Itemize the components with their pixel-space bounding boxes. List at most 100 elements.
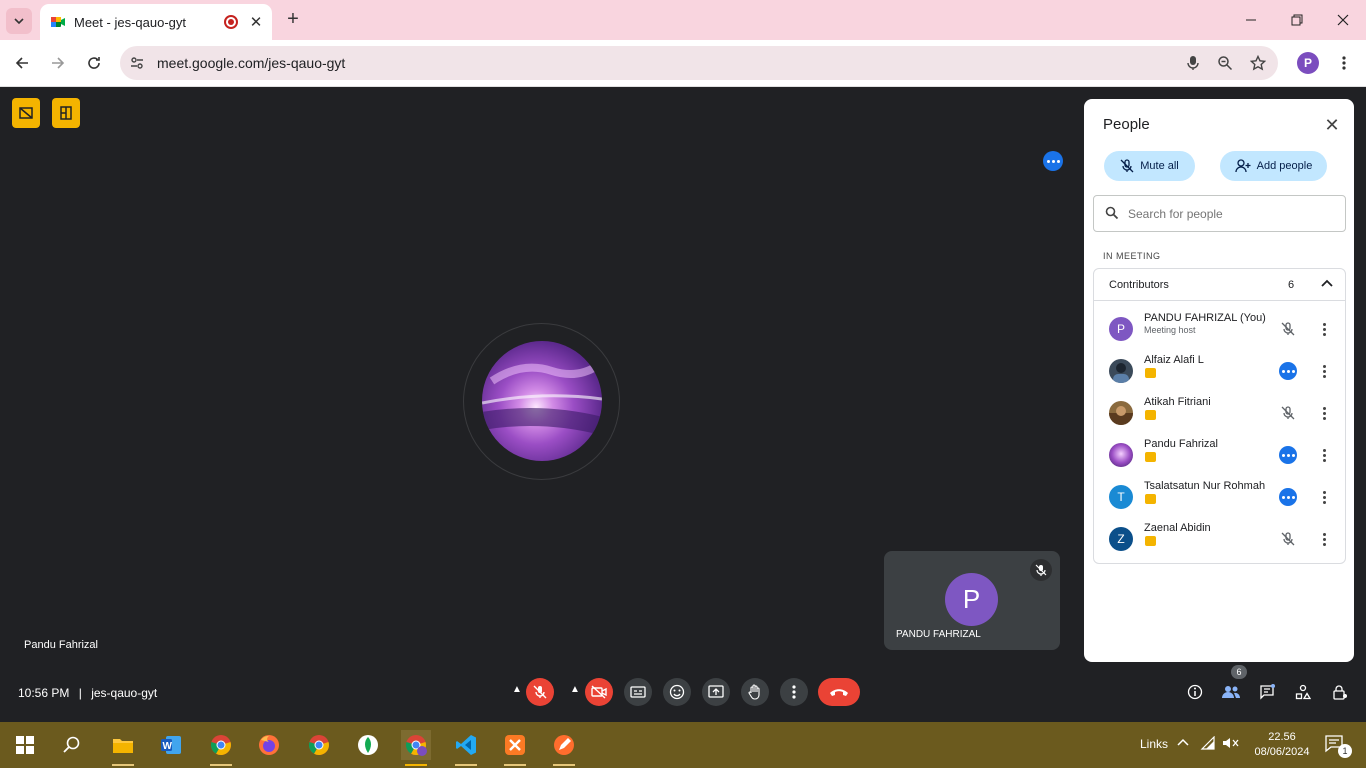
contributors-count: 6 — [1288, 279, 1295, 291]
people-button[interactable] — [1219, 680, 1243, 704]
participant-more-icon[interactable] — [1316, 529, 1332, 549]
audio-options-chevron-icon[interactable]: ▲ — [511, 684, 523, 698]
mic-off-icon[interactable] — [1278, 403, 1298, 423]
bookmark-star-icon[interactable] — [1247, 52, 1269, 74]
chrome-app-1[interactable] — [206, 730, 236, 766]
participant-name: Pandu Fahrizal — [1144, 438, 1218, 450]
raise-hand-button[interactable] — [741, 678, 769, 706]
speaking-options-icon[interactable] — [1278, 445, 1298, 465]
participant-row[interactable]: Atikah Fitriani — [1094, 396, 1345, 441]
participant-avatar — [1109, 359, 1133, 383]
add-people-button[interactable]: Add people — [1220, 151, 1327, 181]
people-icon — [1222, 686, 1240, 698]
mic-off-icon — [1120, 159, 1134, 173]
show-hidden-icons-chevron-icon[interactable] — [1176, 735, 1190, 752]
speaking-options-icon[interactable] — [1278, 487, 1298, 507]
mongodb-app[interactable] — [353, 730, 383, 760]
main-tile-participant-name: Pandu Fahrizal — [24, 639, 98, 651]
self-video-tile[interactable]: P PANDU FAHRIZAL — [884, 551, 1060, 650]
video-options-chevron-icon[interactable]: ▲ — [569, 684, 581, 698]
mic-off-icon[interactable] — [1278, 319, 1298, 339]
reload-button[interactable] — [81, 50, 107, 76]
mute-all-button[interactable]: Mute all — [1104, 151, 1195, 181]
close-tab-icon[interactable]: ✕ — [248, 13, 264, 31]
participant-row[interactable]: P PANDU FAHRIZAL (You) Meeting host — [1094, 312, 1345, 357]
participant-row[interactable]: T Tsalatsatun Nur Rohmah — [1094, 480, 1345, 525]
restore-window-button[interactable] — [1274, 0, 1320, 40]
present-screen-button[interactable] — [702, 678, 730, 706]
in-meeting-label: IN MEETING — [1103, 251, 1161, 261]
contributors-header[interactable]: Contributors 6 — [1094, 269, 1345, 301]
system-clock[interactable]: 22.56 08/06/2024 — [1252, 730, 1312, 760]
word-app[interactable]: W — [156, 730, 186, 760]
meeting-time: 10:56 PM — [18, 686, 70, 700]
new-tab-button[interactable]: + — [282, 8, 304, 30]
participant-more-icon[interactable] — [1316, 403, 1332, 423]
participant-more-icon[interactable] — [1316, 319, 1332, 339]
vscode-icon — [456, 735, 476, 755]
participant-more-icon[interactable] — [1316, 361, 1332, 381]
browser-menu-icon[interactable] — [1331, 50, 1357, 76]
svg-text:W: W — [163, 741, 173, 752]
file-explorer-app[interactable] — [108, 730, 138, 766]
activities-button[interactable] — [1291, 680, 1315, 704]
xampp-app[interactable] — [500, 730, 530, 766]
start-button[interactable] — [10, 730, 40, 760]
browser-tab-meet[interactable]: Meet - jes-qauo-gyt ✕ — [40, 4, 272, 40]
pin-layout-icon[interactable] — [52, 98, 80, 128]
meeting-time-and-code: 10:56 PM | jes-qauo-gyt — [18, 686, 157, 700]
chrome-app-2[interactable] — [304, 730, 334, 760]
mic-toggle-button[interactable] — [526, 678, 554, 706]
wifi-icon[interactable] — [1200, 735, 1216, 753]
search-people-input[interactable] — [1128, 204, 1328, 224]
tile-more-options-icon[interactable] — [1043, 151, 1063, 171]
close-window-button[interactable] — [1320, 0, 1366, 40]
chat-button[interactable] — [1255, 680, 1279, 704]
participant-row[interactable]: Pandu Fahrizal — [1094, 438, 1345, 483]
participant-more-icon[interactable] — [1316, 487, 1332, 507]
minimize-window-button[interactable] — [1228, 0, 1274, 40]
participant-more-icon[interactable] — [1316, 445, 1332, 465]
links-toolbar-label[interactable]: Links — [1140, 737, 1168, 751]
participant-avatar — [1109, 443, 1133, 467]
tab-search-dropdown-icon[interactable] — [6, 8, 32, 34]
speaking-options-icon[interactable] — [1278, 361, 1298, 381]
forward-button[interactable] — [45, 50, 71, 76]
firefox-app[interactable] — [254, 730, 284, 760]
windows-taskbar: W Links 22.56 08/06/2024 1 — [0, 722, 1366, 768]
back-button[interactable] — [9, 50, 35, 76]
emoji-icon — [669, 684, 685, 700]
chevron-up-icon[interactable] — [1318, 275, 1336, 293]
mic-off-icon — [533, 685, 547, 699]
contributors-label: Contributors — [1109, 279, 1169, 291]
speaker-muted-icon[interactable] — [1222, 736, 1240, 753]
captions-button[interactable] — [624, 678, 652, 706]
emoji-reactions-button[interactable] — [663, 678, 691, 706]
more-options-button[interactable] — [780, 678, 808, 706]
camera-toggle-button[interactable] — [585, 678, 613, 706]
participant-row[interactable]: Alfaiz Alafi L — [1094, 354, 1345, 399]
vscode-app[interactable] — [451, 730, 481, 766]
contributors-group: Contributors 6 P PANDU FAHRIZAL (You) Me… — [1093, 268, 1346, 564]
notification-count-badge: 1 — [1338, 744, 1352, 758]
host-controls-button[interactable] — [1328, 680, 1352, 704]
chrome-app-active[interactable] — [401, 730, 431, 766]
meeting-details-button[interactable] — [1183, 680, 1207, 704]
pen-tool-app[interactable] — [549, 730, 579, 766]
leave-call-button[interactable] — [818, 678, 860, 706]
participant-row[interactable]: Z Zaenal Abidin — [1094, 522, 1345, 567]
hide-tiles-icon[interactable] — [12, 98, 40, 128]
participant-name: Atikah Fitriani — [1144, 396, 1211, 408]
system-date: 08/06/2024 — [1254, 746, 1310, 758]
meeting-code: jes-qauo-gyt — [91, 686, 158, 700]
microphone-icon[interactable] — [1182, 52, 1204, 74]
address-bar[interactable]: meet.google.com/jes-qauo-gyt — [120, 46, 1278, 80]
mic-off-icon[interactable] — [1278, 529, 1298, 549]
word-icon: W — [161, 736, 181, 754]
zoom-icon[interactable] — [1214, 52, 1236, 74]
search-taskbar-button[interactable] — [57, 730, 87, 760]
close-panel-icon[interactable]: ✕ — [1322, 115, 1342, 135]
search-people-field[interactable] — [1093, 195, 1346, 232]
site-info-icon[interactable] — [126, 52, 148, 74]
profile-avatar[interactable]: P — [1297, 52, 1319, 74]
